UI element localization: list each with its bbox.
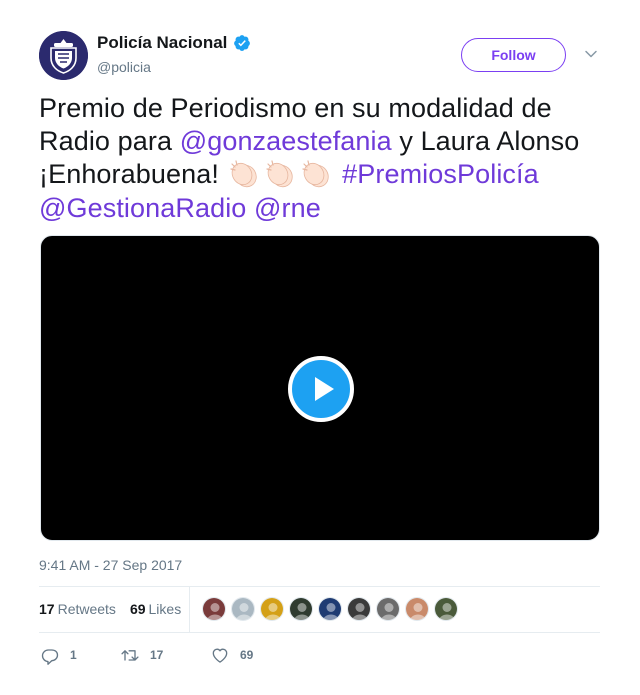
tweet-line-3: ¡Enhorabuena! #PremiosPolicía — [39, 157, 609, 192]
liker-avatar[interactable] — [260, 597, 284, 621]
heart-icon — [212, 648, 228, 663]
tweet-text-segment: ¡Enhorabuena! — [39, 159, 227, 189]
liker-avatar[interactable] — [434, 597, 458, 621]
tweet-actions: 1 17 69 — [40, 645, 290, 665]
tweet-text-segment: Radio para — [39, 125, 180, 156]
hashtag-link[interactable]: #PremiosPolicía — [342, 159, 539, 189]
mention-link[interactable]: @GestionaRadio — [39, 193, 246, 223]
clapping-hands-icon — [299, 157, 333, 189]
likes-stat[interactable]: 69 Likes — [130, 601, 181, 617]
retweet-count: 17 — [150, 648, 164, 662]
video-player[interactable] — [40, 235, 600, 541]
reply-button[interactable]: 1 — [40, 645, 120, 665]
author-name[interactable]: Policía Nacional — [97, 33, 227, 53]
liker-avatar[interactable] — [347, 597, 371, 621]
tweet-timestamp[interactable]: 9:41 AM - 27 Sep 2017 — [39, 557, 182, 573]
mention-link[interactable]: @rne — [254, 193, 321, 223]
reply-count: 1 — [70, 648, 77, 662]
play-button[interactable] — [288, 356, 354, 422]
liker-avatar[interactable] — [405, 597, 429, 621]
policia-emblem-icon — [39, 31, 88, 80]
liker-avatar[interactable] — [376, 597, 400, 621]
clapping-hands-icon — [263, 157, 297, 189]
tweet-text-segment: y Laura Alonso — [391, 125, 580, 156]
clapping-hands-icon — [227, 157, 261, 189]
mention-link[interactable]: @gonzaestefania — [180, 126, 392, 156]
tweet-line-2: Radio para @gonzaestefania y Laura Alons… — [39, 125, 609, 158]
divider — [39, 632, 600, 633]
tweet-line-4: @GestionaRadio @rne — [39, 192, 609, 225]
liker-avatar[interactable] — [289, 597, 313, 621]
chevron-down-icon[interactable] — [583, 46, 599, 62]
liker-avatar[interactable] — [318, 597, 342, 621]
verified-badge-icon — [233, 34, 251, 52]
retweet-button[interactable]: 17 — [120, 645, 210, 665]
likes-count: 69 — [129, 601, 146, 617]
follow-button[interactable]: Follow — [461, 38, 566, 72]
like-count: 69 — [240, 648, 254, 662]
like-button[interactable]: 69 — [210, 645, 290, 665]
reply-icon — [41, 649, 59, 665]
retweets-count: 17 — [39, 601, 55, 617]
liker-avatar[interactable] — [231, 597, 255, 621]
retweets-label: Retweets — [57, 601, 116, 617]
likes-label: Likes — [148, 601, 182, 617]
tweet-line-1: Premio de Periodismo en su modalidad de — [39, 92, 609, 125]
retweets-stat[interactable]: 17 Retweets — [39, 601, 116, 617]
author-handle[interactable]: @policia — [97, 59, 151, 75]
clapping-hands-emoji-group — [227, 159, 343, 189]
liker-avatar[interactable] — [202, 597, 226, 621]
retweet-icon — [121, 650, 139, 661]
likers-avatar-list — [202, 597, 463, 621]
play-icon — [315, 377, 334, 401]
author-avatar[interactable] — [39, 31, 88, 80]
author-name-row: Policía Nacional — [97, 33, 251, 53]
tweet-text: Premio de Periodismo en su modalidad de … — [39, 92, 609, 225]
divider — [39, 586, 600, 587]
tweet-text-segment: Premio de Periodismo en su modalidad de — [39, 93, 552, 123]
tweet-stats: 17 Retweets 69 Likes — [39, 601, 195, 617]
